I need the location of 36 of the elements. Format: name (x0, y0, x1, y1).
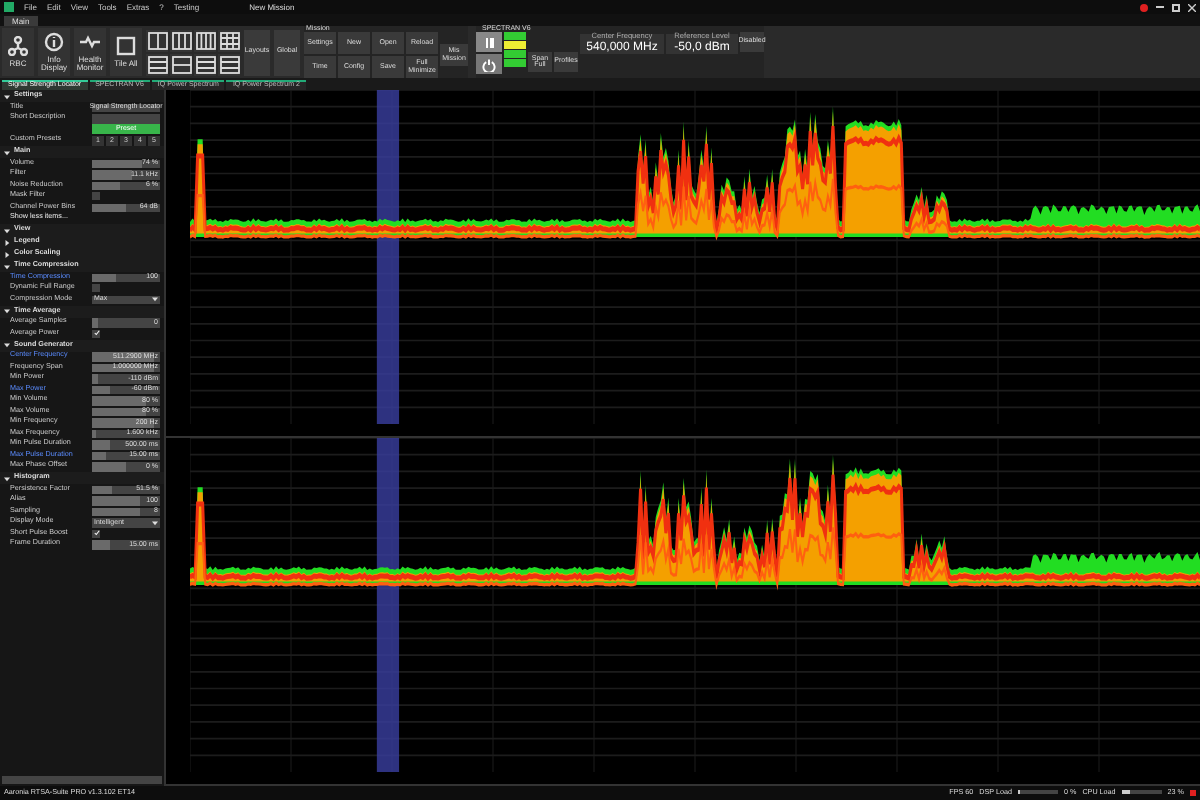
text-field[interactable] (92, 114, 160, 123)
expanded-caret-icon (4, 342, 10, 348)
caret-icon (152, 519, 158, 526)
info-icon (44, 32, 64, 52)
layout-icon[interactable] (147, 55, 167, 73)
checkbox[interactable] (92, 284, 100, 293)
record-icon[interactable] (1140, 3, 1148, 11)
checkbox[interactable] (92, 329, 100, 338)
layout-icon[interactable] (147, 31, 167, 49)
layout-icon[interactable] (171, 55, 191, 73)
close-icon[interactable] (1188, 3, 1196, 11)
caret-icon (152, 296, 158, 303)
layout-icon[interactable] (195, 55, 215, 73)
layout-icon[interactable] (219, 31, 239, 49)
dsp-meter (1018, 790, 1058, 795)
layout-icon[interactable] (219, 55, 239, 73)
status-lights-drawing (504, 32, 526, 68)
app-icon (4, 2, 14, 12)
expanded-caret-icon (4, 149, 10, 155)
checkmark-icon (93, 530, 99, 537)
pause-button[interactable] (476, 32, 502, 52)
power-icon (482, 57, 496, 71)
checkbox[interactable] (92, 192, 100, 201)
layout-icon[interactable] (195, 31, 215, 49)
cpu-meter (1121, 790, 1162, 795)
expanded-caret-icon (4, 308, 10, 314)
checkbox[interactable] (92, 529, 100, 538)
maximize-icon[interactable] (1172, 3, 1180, 11)
square-icon (116, 36, 136, 56)
expanded-caret-icon (4, 475, 10, 481)
network-icon (8, 36, 28, 56)
record-indicator-icon (1190, 789, 1196, 796)
layout-icon[interactable] (171, 31, 191, 49)
pulse-icon (80, 32, 100, 52)
power-button[interactable] (476, 54, 502, 74)
checkmark-icon (93, 330, 99, 337)
